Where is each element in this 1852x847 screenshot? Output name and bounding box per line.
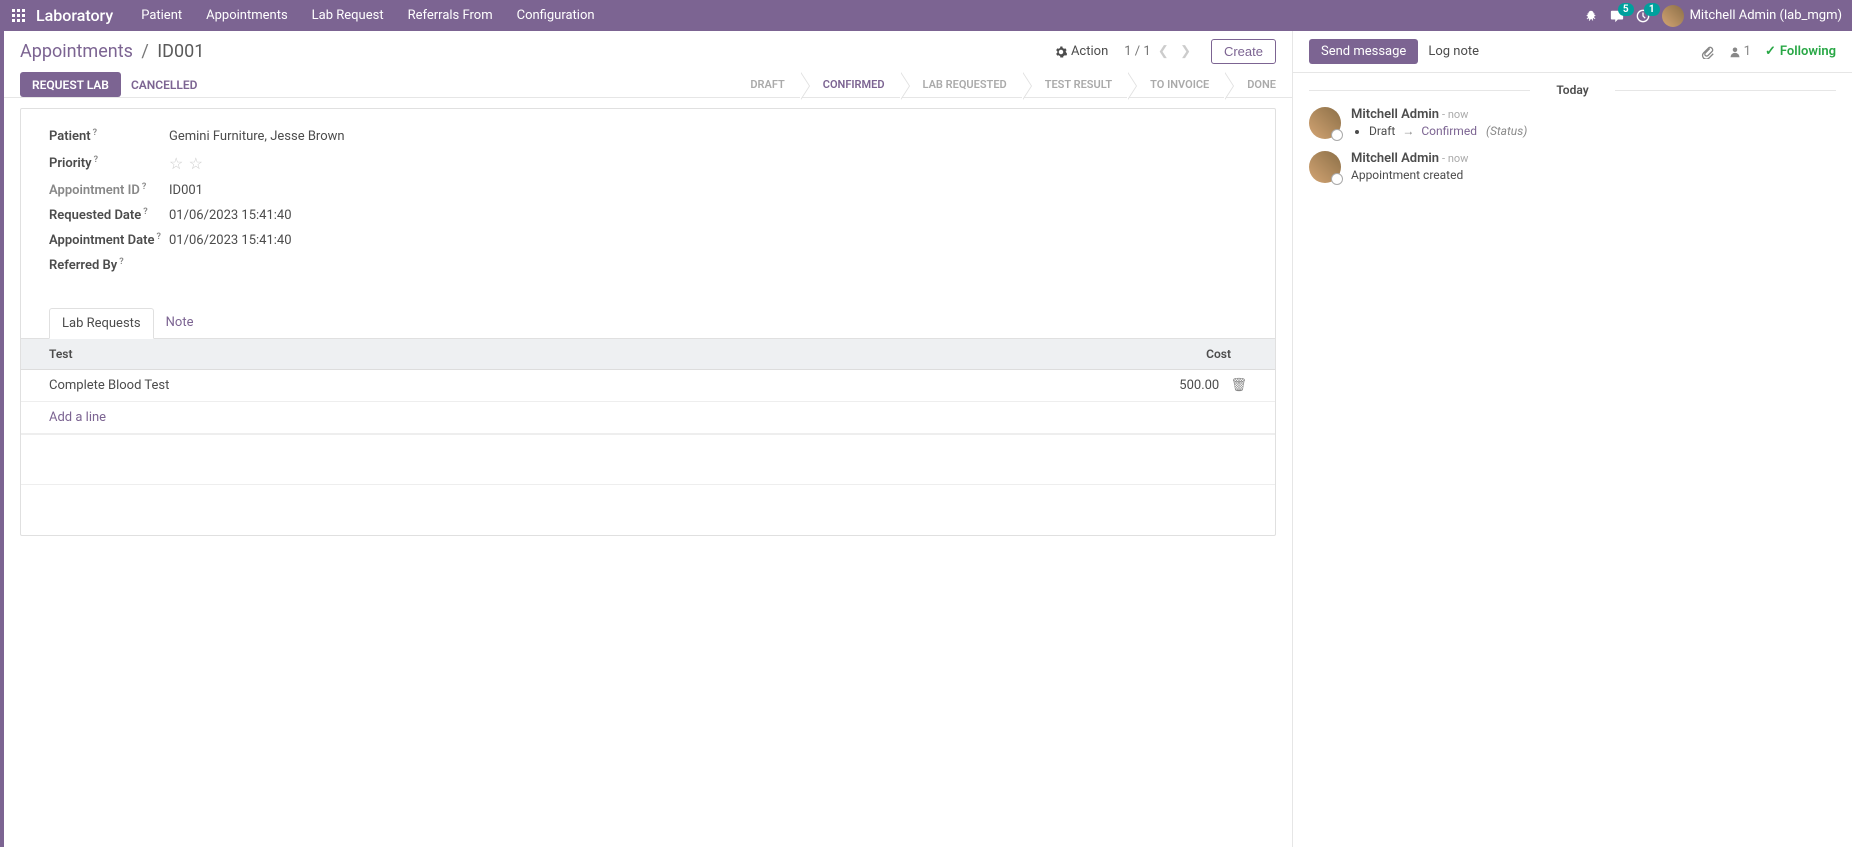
add-line-link[interactable]: Add a line [21,402,1275,434]
pager: 1 / 1 ❮ ❯ [1124,44,1195,59]
cost-value: 500.00 [1179,378,1219,393]
chatter-day-separator: Today [1309,83,1836,97]
msg-text: Appointment created [1351,168,1468,182]
patient-label: Patient? [49,129,169,144]
appointment-date-value[interactable]: 01/06/2023 15:41:40 [169,233,292,248]
log-note-button[interactable]: Log note [1428,39,1479,64]
messages-icon[interactable]: 5 [1610,9,1624,23]
star-icon[interactable]: ☆ [169,154,183,173]
action-label: Action [1071,44,1108,59]
appointment-date-label: Appointment Date? [49,233,169,248]
status-field: (Status) [1486,124,1527,138]
priority-stars[interactable]: ☆ ☆ [169,154,205,173]
create-button[interactable]: Create [1211,39,1276,64]
arrow-icon: → [1402,124,1414,138]
following-label: Following [1780,44,1836,59]
appointment-id-value: ID001 [169,183,203,198]
star-icon[interactable]: ☆ [189,154,203,173]
status-draft[interactable]: DRAFT [728,72,800,97]
status-test-result[interactable]: TEST RESULT [1023,72,1128,97]
status-bar: DRAFT CONFIRMED LAB REQUESTED TEST RESUL… [728,72,1292,97]
chatter-message: Mitchell Admin - now Draft → Confirmed (… [1309,107,1836,139]
form-sheet: Patient? Gemini Furniture, Jesse Brown P… [20,108,1276,536]
topbar-right: 5 1 Mitchell Admin (lab_mgm) [1584,5,1842,27]
debug-icon[interactable] [1584,9,1598,23]
nav-referrals-from[interactable]: Referrals From [396,0,505,31]
cell-cost: 500.00 🗑 [758,370,1275,402]
top-nav: Patient Appointments Lab Request Referra… [129,0,606,31]
msg-author[interactable]: Mitchell Admin [1351,151,1439,166]
topbar: Laboratory Patient Appointments Lab Requ… [0,0,1852,31]
appointment-id-label: Appointment ID? [49,183,169,198]
activities-badge: 1 [1644,3,1660,16]
lab-requests-table: Test Cost Complete Blood Test 500.00 🗑 [21,339,1275,485]
status-to: Confirmed [1421,124,1477,138]
followers-count[interactable]: 1 [1729,44,1751,59]
status-confirmed[interactable]: CONFIRMED [801,72,901,97]
followers-number: 1 [1744,44,1751,59]
status-lab-requested[interactable]: LAB REQUESTED [901,72,1023,97]
status-from: Draft [1369,124,1395,138]
nav-configuration[interactable]: Configuration [505,0,607,31]
requested-date-label: Requested Date? [49,208,169,223]
send-message-button[interactable]: Send message [1309,39,1418,64]
following-button[interactable]: ✓ Following [1765,44,1836,59]
pager-text: 1 / 1 [1124,44,1150,59]
table-row[interactable]: Complete Blood Test 500.00 🗑 [21,370,1275,402]
pager-next-icon[interactable]: ❯ [1176,42,1195,61]
tab-note[interactable]: Note [154,308,206,339]
requested-date-value[interactable]: 01/06/2023 15:41:40 [169,208,292,223]
attachment-icon[interactable] [1701,45,1715,59]
check-icon: ✓ [1765,44,1776,59]
nav-lab-request[interactable]: Lab Request [300,0,396,31]
tab-lab-requests[interactable]: Lab Requests [49,308,154,339]
messages-badge: 5 [1618,3,1634,16]
breadcrumb: Appointments / ID001 [20,41,204,62]
breadcrumb-current: ID001 [157,41,204,62]
cancelled-button[interactable]: CANCELLED [131,72,198,97]
msg-time: - now [1442,108,1468,121]
action-dropdown[interactable]: Action [1055,44,1108,59]
request-lab-button[interactable]: REQUEST LAB [20,72,121,97]
col-test[interactable]: Test [21,339,758,370]
pager-prev-icon[interactable]: ❮ [1154,42,1173,61]
nav-patient[interactable]: Patient [129,0,194,31]
user-menu[interactable]: Mitchell Admin (lab_mgm) [1662,5,1842,27]
col-cost[interactable]: Cost [758,339,1275,370]
referred-by-label: Referred By? [49,258,169,273]
brand-title[interactable]: Laboratory [36,6,113,25]
avatar[interactable] [1309,151,1341,183]
user-display-name: Mitchell Admin (lab_mgm) [1690,8,1842,23]
apps-icon[interactable] [10,7,28,25]
person-icon [1729,46,1741,58]
msg-time: - now [1442,152,1468,165]
activities-icon[interactable]: 1 [1636,9,1650,23]
cell-test[interactable]: Complete Blood Test [21,370,758,402]
patient-value[interactable]: Gemini Furniture, Jesse Brown [169,129,345,144]
user-avatar-icon [1662,5,1684,27]
status-done[interactable]: DONE [1225,72,1292,97]
gear-icon [1055,46,1067,58]
chatter-message: Mitchell Admin - now Appointment created [1309,151,1836,183]
trash-icon[interactable]: 🗑 [1230,378,1247,393]
breadcrumb-separator: / [141,41,148,62]
priority-label: Priority? [49,156,169,171]
msg-author[interactable]: Mitchell Admin [1351,107,1439,122]
breadcrumb-parent[interactable]: Appointments [20,41,133,62]
avatar[interactable] [1309,107,1341,139]
chatter: Send message Log note 1 ✓ Following Toda… [1292,31,1852,847]
nav-appointments[interactable]: Appointments [194,0,300,31]
status-to-invoice[interactable]: TO INVOICE [1128,72,1225,97]
